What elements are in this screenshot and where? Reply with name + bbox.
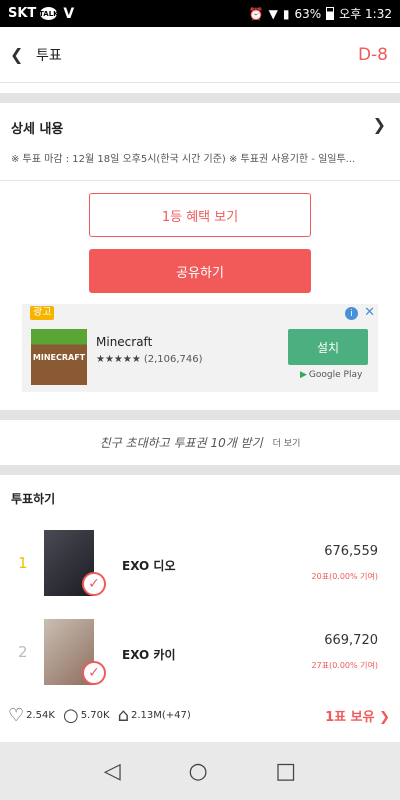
wifi-icon: ▼ [268, 6, 278, 21]
vote-count: 669,720 [324, 633, 378, 648]
google-play-badge: ▶ Google Play [300, 370, 362, 380]
ad-close-icon[interactable]: ✕ [364, 305, 375, 320]
my-contribution: 27표(0.00% 기여) [311, 661, 378, 670]
clock: 오후 1:32 [339, 7, 392, 21]
stats-bar: ♡ 2.54K ○ 5.70K ⌂ 2.13M(+47) 1표 보유 ❯ [0, 700, 400, 730]
install-button[interactable]: 설치 [288, 329, 368, 365]
dday-label: D-8 [357, 44, 388, 65]
battery-percent: 63% [294, 6, 322, 21]
minecraft-app-icon[interactable]: MINECRAFT [31, 329, 87, 385]
comment-icon[interactable]: ○ [63, 705, 79, 726]
ballot-box-icon: ⌂ [117, 704, 129, 726]
owned-votes-label: 1표 보유 [325, 709, 375, 725]
back-icon[interactable]: ◁ [104, 759, 121, 784]
carrier-label: SKT [8, 6, 37, 21]
google-play-label: Google Play [308, 370, 363, 380]
ad-banner[interactable]: 광고 i ✕ MINECRAFT Minecraft ★★★★★ (2,106,7… [22, 304, 378, 392]
ad-app-name[interactable]: Minecraft [96, 335, 152, 349]
candidate-row[interactable]: 1 ✓ EXO 디오 676,559 20표(0.00% 기여) [0, 530, 400, 602]
ad-info-icon[interactable]: i [345, 307, 358, 320]
recents-icon[interactable]: □ [275, 759, 296, 784]
candidate-row[interactable]: 2 ✓ EXO 카이 669,720 27표(0.00% 기여) [0, 619, 400, 691]
my-contribution: 20표(0.00% 기여) [311, 572, 378, 581]
candidate-name: EXO 카이 [122, 648, 176, 662]
chevron-right-icon: ❯ [379, 709, 390, 725]
votes-stat: ⌂ 2.13M(+47) [118, 705, 191, 726]
chevron-right-icon[interactable]: ❯ [373, 115, 386, 134]
likes-stat[interactable]: ♡ 2.54K [8, 705, 55, 726]
comments-count: 5.70K [80, 709, 110, 721]
invite-more-link[interactable]: 더 보기 [273, 436, 301, 449]
status-bar: SKT TALK V ⏰ ▼ ▮ 63% 오후 1:32 [0, 0, 400, 27]
rating-stars: ★★★★★ [96, 354, 141, 365]
heart-icon[interactable]: ♡ [8, 705, 24, 726]
vote-section-title: 투표하기 [11, 492, 56, 506]
invite-banner[interactable]: 친구 초대하고 투표권 10개 받기 더 보기 [0, 420, 400, 464]
kakaotalk-icon: TALK [39, 7, 59, 20]
vote-count: 676,559 [324, 544, 378, 559]
checkmark-icon[interactable]: ✓ [82, 572, 106, 596]
battery-icon [326, 7, 335, 20]
candidate-name: EXO 디오 [122, 559, 176, 573]
details-title: 상세 내용 [11, 122, 64, 137]
owned-votes-button[interactable]: 1표 보유 ❯ [325, 706, 390, 725]
checkmark-icon[interactable]: ✓ [82, 661, 106, 685]
benefit-button[interactable]: 1등 혜택 보기 [89, 193, 311, 237]
page-title: 투표 [36, 47, 62, 64]
alarm-icon: ⏰ [248, 6, 264, 21]
ad-badge: 광고 [30, 306, 55, 320]
back-arrow-icon[interactable]: ❮ [10, 45, 28, 64]
comments-stat[interactable]: ○ 5.70K [63, 705, 110, 726]
system-nav-bar: ◁ ○ □ [0, 742, 400, 800]
ad-rating: ★★★★★ (2,106,746) [96, 354, 203, 365]
google-play-icon: ▶ [300, 370, 307, 380]
section-divider [0, 465, 400, 475]
rank-number: 1 [18, 554, 28, 572]
invite-text: 친구 초대하고 투표권 10개 받기 [99, 435, 263, 450]
section-divider [0, 93, 400, 103]
rank-number: 2 [18, 643, 28, 661]
share-button[interactable]: 공유하기 [89, 249, 311, 293]
app-header: ❮ 투표 D-8 [0, 27, 400, 83]
rating-count: (2,106,746) [143, 354, 203, 365]
details-text: ※ 투표 마감 : 12월 18일 오후5시(한국 시간 기준) ※ 투표권 사… [11, 154, 356, 165]
home-icon[interactable]: ○ [188, 759, 207, 784]
details-section[interactable]: 상세 내용 ❯ ※ 투표 마감 : 12월 18일 오후5시(한국 시간 기준)… [0, 103, 400, 181]
votes-count: 2.13M(+47) [130, 709, 191, 721]
section-divider [0, 410, 400, 420]
v-app-icon: V [63, 5, 75, 22]
signal-icon: ▮ [282, 6, 290, 21]
likes-count: 2.54K [26, 709, 55, 721]
